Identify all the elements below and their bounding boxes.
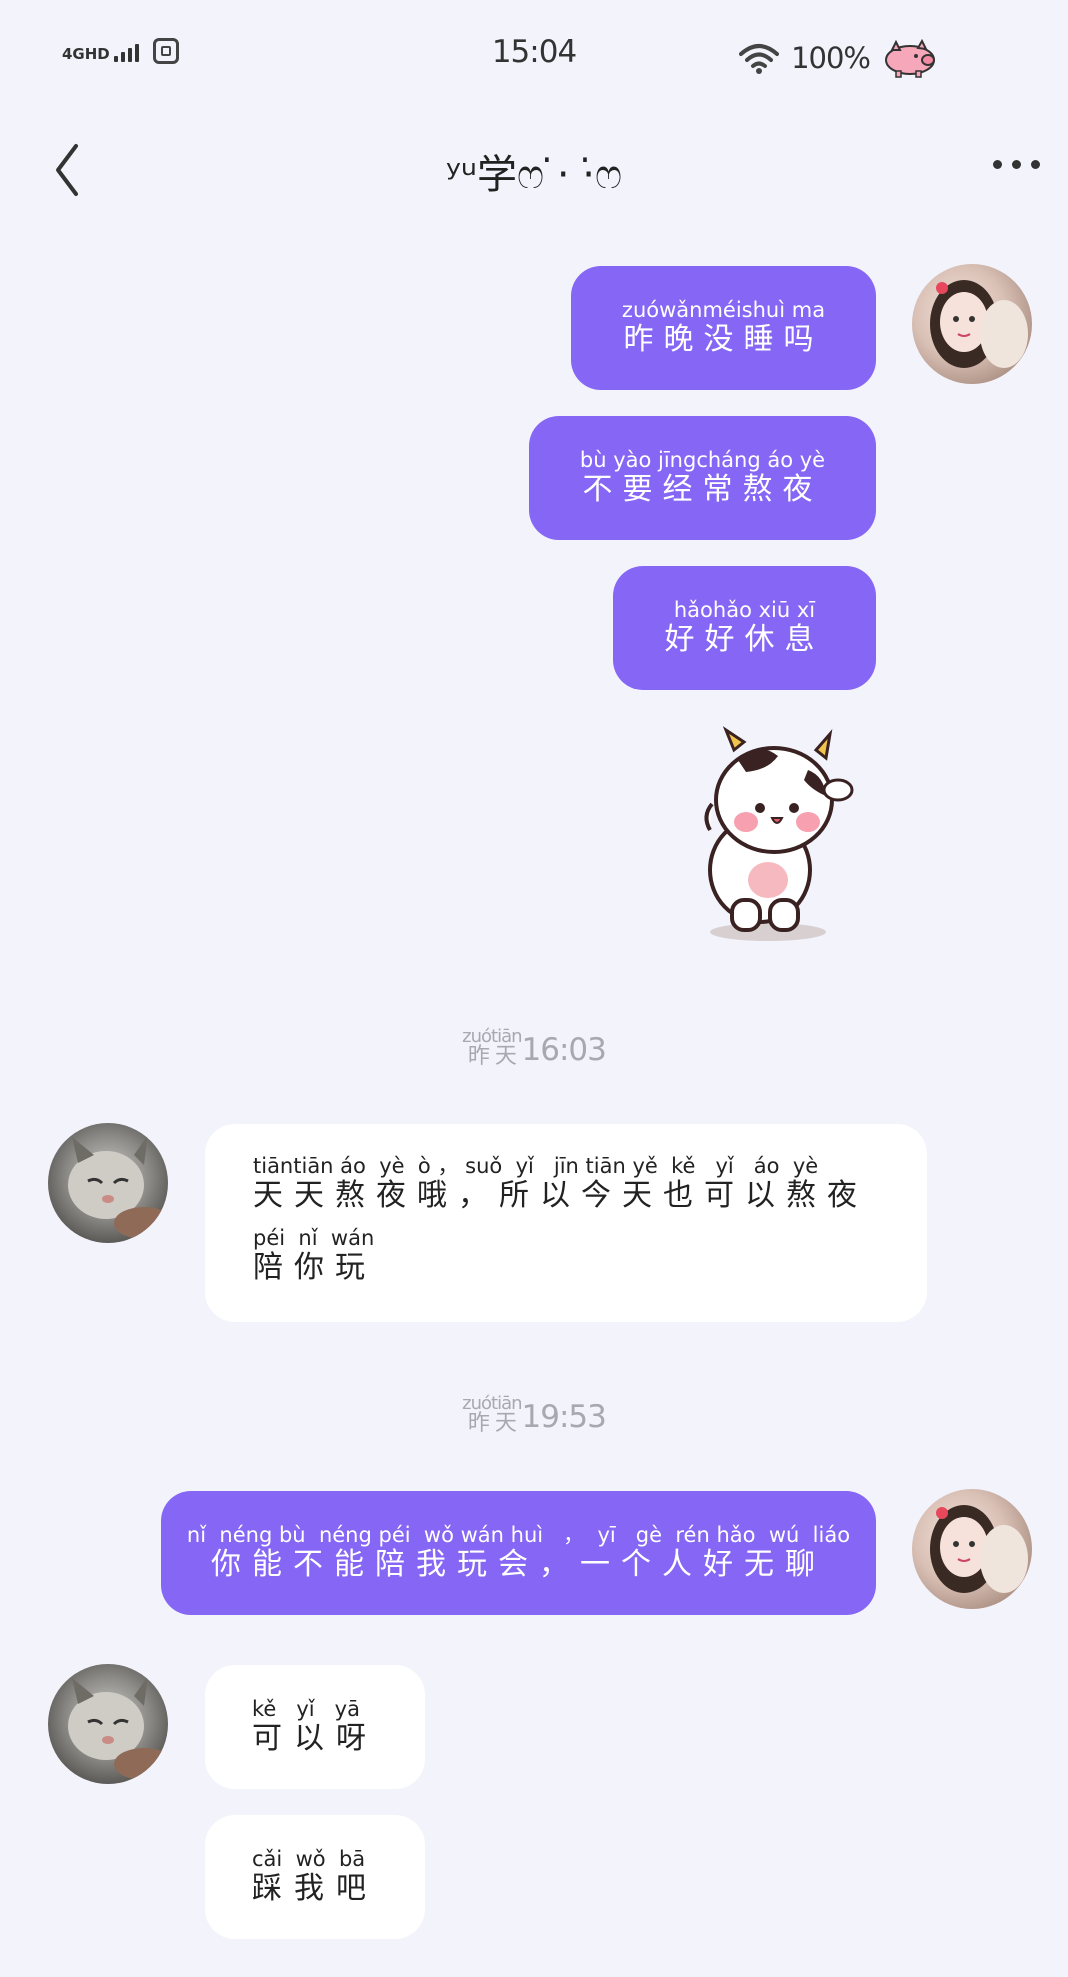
- pinyin-annotation: bù yào jīngcháng áo yè: [579, 448, 826, 472]
- message-bubble-sent[interactable]: bù yào jīngcháng áo yè 不要经常熬夜: [529, 416, 876, 540]
- my-avatar[interactable]: [912, 1489, 1032, 1609]
- message-text: 昨晚没睡吗: [623, 322, 824, 357]
- wifi-icon: [739, 44, 780, 74]
- message-bubble-sent[interactable]: nǐ néng bù néng péi wǒ wán huì ， yī gè r…: [161, 1491, 876, 1615]
- status-right: 100%: [739, 38, 938, 78]
- pinyin-annotation: péi nǐ wán: [253, 1226, 375, 1250]
- timestamp: zuótiān 昨 天 16:03: [0, 1028, 1068, 1069]
- pinyin-annotation: nǐ néng bù néng péi wǒ wán huì ， yī gè r…: [186, 1523, 851, 1547]
- timestamp-day: 昨 天: [467, 1044, 517, 1069]
- pinyin-annotation: hǎohǎo xiū xī: [673, 598, 816, 622]
- message-text: 陪你玩: [253, 1250, 376, 1285]
- cat-portrait: [68, 1135, 168, 1239]
- pinyin-annotation: kě yǐ yā: [252, 1697, 360, 1721]
- girl-portrait: [930, 1505, 1028, 1593]
- pig-battery-icon: [885, 38, 935, 78]
- message-bubble-received[interactable]: kě yǐ yā 可以呀: [205, 1665, 425, 1789]
- timestamp: zuótiān 昨 天 19:53: [0, 1395, 1068, 1436]
- pinyin-annotation: cǎi wǒ bā: [252, 1847, 366, 1871]
- more-options-icon[interactable]: [993, 160, 1040, 169]
- message-bubble-received[interactable]: cǎi wǒ bā 踩我吧: [205, 1815, 425, 1939]
- cat-portrait: [68, 1676, 168, 1780]
- message-text: 天天熬夜哦，所以今天也可以熬夜: [253, 1178, 868, 1213]
- battery-percentage: 100%: [791, 41, 871, 75]
- my-avatar[interactable]: [912, 264, 1032, 384]
- timestamp-day: 昨 天: [467, 1411, 517, 1436]
- message-text: 踩我吧: [252, 1871, 378, 1906]
- message-text: 可以呀: [252, 1721, 378, 1756]
- message-text: 不要经常熬夜: [582, 472, 823, 507]
- pinyin-annotation: tiāntiān áo yè ò ， suǒ yǐ jīn tiān yě kě…: [253, 1154, 819, 1178]
- girl-portrait: [930, 280, 1028, 368]
- message-text: 你能不能陪我玩会，一个人好无聊: [210, 1547, 826, 1582]
- message-bubble-received[interactable]: tiāntiān áo yè ò ， suǒ yǐ jīn tiān yě kě…: [205, 1124, 927, 1322]
- contact-avatar[interactable]: [48, 1123, 168, 1243]
- cow-sticker[interactable]: [698, 720, 878, 950]
- message-text: 好好休息: [664, 622, 825, 657]
- timestamp-time: 16:03: [521, 1032, 607, 1068]
- message-bubble-sent[interactable]: hǎohǎo xiū xī 好好休息: [613, 566, 876, 690]
- pinyin-annotation: zuówǎnméishuì ma: [621, 298, 826, 322]
- message-bubble-sent[interactable]: zuówǎnméishuì ma 昨晚没睡吗: [571, 266, 876, 390]
- chat-title: ʸᵘ学ෆ ̇· ·̇ෆ: [445, 152, 623, 198]
- timestamp-time: 19:53: [521, 1399, 607, 1435]
- contact-avatar[interactable]: [48, 1664, 168, 1784]
